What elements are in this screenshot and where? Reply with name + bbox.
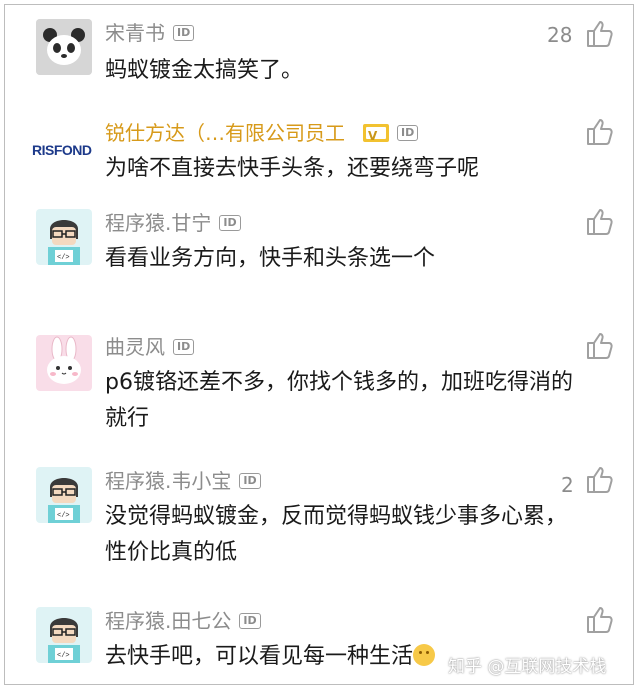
programmer-avatar-icon[interactable]: </> (36, 467, 92, 523)
comment-text: 没觉得蚂蚁镀金，反而觉得蚂蚁钱少事多心累，性价比真的低 (105, 504, 568, 565)
programmer-avatar-icon[interactable]: </> (36, 607, 92, 663)
watermark: 知乎 @互联网技术栈 (448, 657, 607, 677)
comment-list: 宋青书ID 蚂蚁镀金太搞笑了。 28 RISFOND 锐仕方达（…有限公司员工I… (4, 4, 634, 685)
programmer-avatar-icon[interactable]: </> (36, 209, 92, 265)
comment-text: 为啥不直接去快手头条，还要绕弯子呢 (105, 156, 480, 181)
svg-text:RISFOND: RISFOND (32, 142, 92, 158)
id-badge: ID (173, 24, 195, 41)
thumbs-up-icon[interactable] (585, 207, 615, 237)
thumbs-up-icon[interactable] (585, 605, 615, 635)
comment-author[interactable]: 程序猿.韦小宝 ID (105, 469, 261, 493)
comment-author[interactable]: 宋青书 ID (105, 21, 195, 45)
rabbit-avatar-icon[interactable] (36, 335, 92, 391)
comment-author[interactable]: 程序猿.田七公 ID (105, 609, 261, 633)
comment-author[interactable]: 曲灵风 ID (105, 335, 195, 359)
like-count: 28 (547, 23, 573, 47)
thumbs-up-icon[interactable] (585, 465, 615, 495)
thumbs-up-icon[interactable] (585, 19, 615, 49)
id-badge: ID (239, 612, 261, 629)
svg-text:</>: </> (57, 512, 70, 520)
id-badge: ID (239, 472, 261, 489)
verified-badge-icon (363, 123, 389, 148)
thumbs-up-icon[interactable] (585, 331, 615, 361)
emoji-icon (413, 644, 436, 666)
comment-text: p6镀铬还差不多，你找个钱多的，加班吃得消的就行 (105, 370, 573, 431)
comment-author[interactable]: 程序猿.甘宁 ID (105, 211, 241, 235)
panda-avatar-icon[interactable] (36, 19, 92, 75)
like-count: 2 (561, 473, 574, 497)
comment-author[interactable]: 锐仕方达（…有限公司员工ID (105, 121, 419, 148)
svg-text:</>: </> (57, 652, 70, 660)
thumbs-up-icon[interactable] (585, 117, 615, 147)
id-badge: ID (219, 214, 241, 231)
risfond-logo[interactable]: RISFOND (30, 121, 100, 177)
id-badge: ID (397, 124, 419, 141)
comment-text: 看看业务方向，快手和头条选一个 (105, 246, 436, 271)
id-badge: ID (173, 338, 195, 355)
svg-text:</>: </> (57, 254, 70, 262)
comment-text: 蚂蚁镀金太搞笑了。 (105, 58, 304, 83)
